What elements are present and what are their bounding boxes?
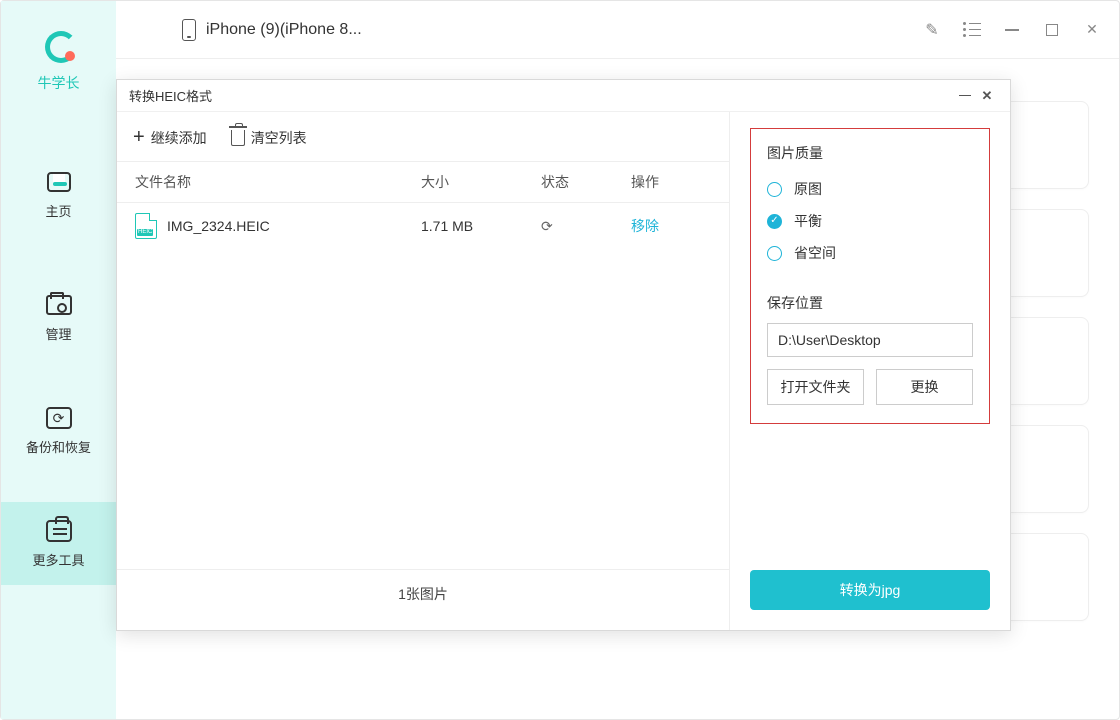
- dialog-close-button[interactable]: [976, 85, 998, 107]
- file-size: 1.71 MB: [421, 218, 541, 234]
- col-action: 操作: [631, 172, 711, 192]
- brand-logo-icon: [41, 31, 77, 67]
- dialog-body: 继续添加 清空列表 文件名称 大小 状态 操作: [117, 112, 1010, 630]
- save-location-title: 保存位置: [767, 293, 973, 313]
- table-footer: 1张图片: [117, 569, 729, 618]
- window-maximize-button[interactable]: [1041, 19, 1063, 41]
- col-size: 大小: [421, 172, 541, 192]
- sidebar-item-label: 管理: [45, 324, 71, 343]
- quality-option-original[interactable]: 原图: [767, 173, 973, 205]
- home-icon: [45, 169, 73, 195]
- col-status: 状态: [541, 172, 631, 192]
- table-row: IMG_2324.HEIC 1.71 MB 移除: [117, 203, 729, 249]
- brand: 牛学长: [38, 31, 80, 93]
- topbar: iPhone (9)(iPhone 8...: [116, 1, 1119, 59]
- quality-label: 省空间: [794, 243, 836, 263]
- sync-icon: [45, 405, 73, 431]
- file-table: 文件名称 大小 状态 操作 IMG_2324.HEIC 1.71 MB 移除: [117, 161, 729, 618]
- file-toolbar: 继续添加 清空列表: [117, 126, 729, 161]
- dialog-title: 转换HEIC格式: [129, 86, 212, 105]
- sidebar-item-backup[interactable]: 备份和恢复: [1, 389, 116, 472]
- sidebar-item-manage[interactable]: 管理: [1, 276, 116, 359]
- radio-icon: [767, 182, 782, 197]
- heic-convert-dialog: 转换HEIC格式 继续添加 清空列表: [116, 79, 1011, 631]
- sidebar-item-tools[interactable]: 更多工具: [1, 502, 116, 585]
- add-files-button[interactable]: 继续添加: [133, 126, 207, 149]
- file-status: [541, 218, 631, 235]
- options-panel: 图片质量 原图 平衡 省空间 保存位置 D:\User\Desktop: [730, 112, 1010, 630]
- file-name: IMG_2324.HEIC: [167, 218, 270, 234]
- file-panel: 继续添加 清空列表 文件名称 大小 状态 操作: [117, 112, 730, 630]
- menu-icon[interactable]: [961, 19, 983, 41]
- quality-title: 图片质量: [767, 143, 973, 163]
- sidebar-item-home[interactable]: 主页: [1, 153, 116, 236]
- dialog-header: 转换HEIC格式: [117, 80, 1010, 112]
- convert-button[interactable]: 转换为jpg: [750, 570, 990, 610]
- sidebar-item-label: 备份和恢复: [26, 437, 91, 456]
- dialog-minimize-button[interactable]: [954, 85, 976, 107]
- brand-name: 牛学长: [38, 73, 80, 93]
- add-files-label: 继续添加: [151, 128, 207, 148]
- open-folder-button[interactable]: 打开文件夹: [767, 369, 864, 405]
- sidebar-item-label: 更多工具: [32, 550, 84, 569]
- col-name: 文件名称: [135, 172, 421, 192]
- window-minimize-button[interactable]: [1001, 19, 1023, 41]
- clear-list-button[interactable]: 清空列表: [231, 126, 307, 149]
- path-buttons: 打开文件夹 更换: [767, 369, 973, 405]
- quality-option-small[interactable]: 省空间: [767, 237, 973, 269]
- clear-list-label: 清空列表: [251, 128, 307, 148]
- quality-option-balanced[interactable]: 平衡: [767, 205, 973, 237]
- device-name: iPhone (9)(iPhone 8...: [206, 21, 362, 39]
- app-frame: 牛学长 主页 管理 备份和恢复 更多工具 iPhone (9)(iPhone 8…: [0, 0, 1120, 720]
- window-close-button[interactable]: [1081, 19, 1103, 41]
- quality-label: 原图: [794, 179, 822, 199]
- table-header: 文件名称 大小 状态 操作: [117, 161, 729, 203]
- phone-icon: [182, 19, 196, 41]
- options-highlight-box: 图片质量 原图 平衡 省空间 保存位置 D:\User\Desktop: [750, 128, 990, 424]
- save-path-field[interactable]: D:\User\Desktop: [767, 323, 973, 357]
- quality-label: 平衡: [794, 211, 822, 231]
- device-indicator[interactable]: iPhone (9)(iPhone 8...: [182, 19, 362, 41]
- topbar-controls: [921, 19, 1103, 41]
- radio-checked-icon: [767, 214, 782, 229]
- plus-icon: [133, 126, 145, 149]
- file-name-cell: IMG_2324.HEIC: [135, 213, 421, 239]
- sidebar: 牛学长 主页 管理 备份和恢复 更多工具: [1, 1, 116, 719]
- heic-file-icon: [135, 213, 157, 239]
- toolbox-icon: [45, 518, 73, 544]
- edit-icon[interactable]: [921, 19, 943, 41]
- refresh-icon: [541, 218, 553, 234]
- sidebar-item-label: 主页: [45, 201, 71, 220]
- folder-icon: [45, 292, 73, 318]
- radio-icon: [767, 246, 782, 261]
- trash-icon: [231, 130, 245, 146]
- remove-file-button[interactable]: 移除: [631, 216, 711, 236]
- change-path-button[interactable]: 更换: [876, 369, 973, 405]
